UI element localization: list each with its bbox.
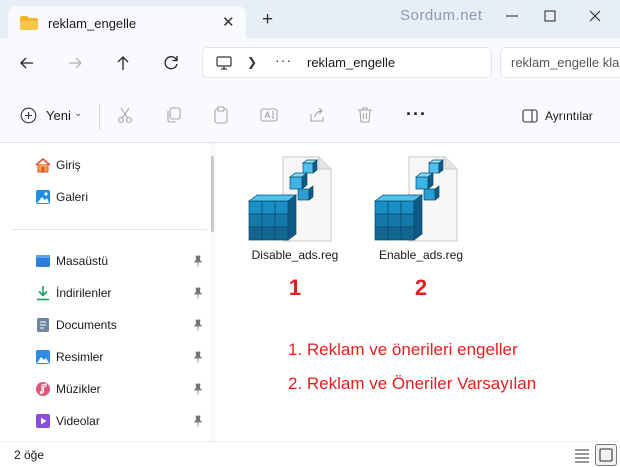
file-name: Disable_ads.reg: [251, 248, 339, 262]
tab-close-icon[interactable]: ✕: [222, 13, 235, 31]
pin-icon[interactable]: [193, 255, 203, 267]
pin-icon[interactable]: [193, 287, 203, 299]
watermark: Sordum.net: [400, 7, 483, 24]
tab-reklam-engelle[interactable]: reklam_engelle ✕: [8, 6, 246, 40]
details-pane-icon: [522, 109, 538, 123]
paste-button[interactable]: [212, 106, 230, 124]
sidebar-item-label: Documents: [56, 318, 117, 332]
sidebar-item-desktop[interactable]: Masaüstü: [0, 247, 210, 275]
maximize-button[interactable]: [540, 6, 560, 26]
sidebar-item-label: Galeri: [56, 190, 89, 204]
desktop-icon: [36, 255, 50, 267]
sidebar-item-label: Resimler: [56, 350, 104, 364]
tiles-view-icon: [599, 448, 613, 462]
videos-icon: [36, 414, 50, 428]
file-name: Enable_ads.reg: [378, 248, 464, 262]
sidebar-item-label: Masaüstü: [56, 254, 109, 268]
computer-icon[interactable]: [216, 56, 232, 70]
registry-file-icon: [371, 155, 461, 243]
back-button[interactable]: [16, 52, 38, 74]
file-item[interactable]: Disable_ads.reg: [240, 155, 350, 267]
forward-button[interactable]: [64, 52, 86, 74]
sidebar-item-music[interactable]: Müzikler: [0, 375, 210, 403]
gallery-icon: [36, 190, 50, 204]
sidebar-item-label: Videolar: [56, 414, 100, 428]
sidebar-item-gallery[interactable]: Galeri: [0, 183, 210, 211]
sidebar-item-label: İndirilenler: [56, 286, 112, 300]
search-input[interactable]: reklam_engelle kla: [500, 47, 620, 78]
minimize-button[interactable]: [502, 6, 522, 26]
status-bar: 2 öğe: [0, 441, 620, 467]
pin-icon[interactable]: [193, 319, 203, 331]
sidebar-item-pictures[interactable]: Resimler: [0, 343, 210, 371]
download-icon: [37, 286, 49, 301]
chevron-down-icon: ⌄: [74, 108, 83, 119]
sidebar-item-videos[interactable]: Videolar: [0, 407, 210, 435]
sidebar-item-home[interactable]: Giriş: [0, 151, 210, 179]
address-row: ❯ ··· reklam_engelle reklam_engelle kla: [0, 38, 620, 88]
share-button[interactable]: [308, 106, 326, 124]
details-view-button[interactable]: [572, 446, 592, 464]
pin-icon[interactable]: [193, 351, 203, 363]
annotation-number: 1: [288, 275, 302, 300]
pin-icon[interactable]: [193, 383, 203, 395]
annotation-note: 1. Reklam ve önerileri engeller: [288, 340, 518, 359]
breadcrumb-chevron-icon[interactable]: ❯: [247, 55, 257, 69]
documents-icon: [37, 318, 49, 332]
folder-icon: [20, 16, 38, 30]
address-bar[interactable]: ❯ ··· reklam_engelle: [202, 47, 492, 78]
delete-button[interactable]: [356, 106, 374, 124]
sidebar-scrollbar-thumb[interactable]: [211, 156, 214, 232]
breadcrumb-current-folder[interactable]: reklam_engelle: [307, 55, 395, 70]
toolbar-divider: [99, 104, 100, 130]
pin-icon[interactable]: [193, 415, 203, 427]
file-list: Disable_ads.reg Enable_ads.reg 1 2 1. Re…: [216, 143, 620, 441]
music-icon: [36, 382, 50, 396]
navigation-pane: Giriş Galeri Masaüstü İndirilenler Docum…: [0, 143, 210, 441]
close-window-button[interactable]: [585, 6, 605, 26]
file-item[interactable]: Enable_ads.reg: [366, 155, 476, 267]
new-button-label: Yeni: [46, 108, 71, 123]
registry-file-icon: [245, 155, 335, 243]
cut-button[interactable]: [116, 106, 134, 124]
more-options-button[interactable]: ···: [406, 104, 427, 125]
details-pane-label: Ayrıntılar: [545, 109, 593, 123]
tab-title: reklam_engelle: [48, 16, 137, 31]
new-button[interactable]: Yeni ⌄: [16, 103, 88, 129]
home-icon: [35, 157, 51, 173]
up-button[interactable]: [112, 52, 134, 74]
sidebar-item-downloads[interactable]: İndirilenler: [0, 279, 210, 307]
new-tab-button[interactable]: +: [262, 10, 273, 29]
annotation-number: 2: [414, 275, 428, 300]
pictures-icon: [36, 350, 50, 364]
breadcrumb-overflow-button[interactable]: ···: [275, 52, 292, 68]
sidebar-item-label: Giriş: [56, 158, 81, 172]
item-count: 2 öğe: [14, 448, 45, 462]
refresh-button[interactable]: [160, 52, 182, 74]
plus-circle-icon: [20, 107, 37, 124]
search-placeholder: reklam_engelle kla: [511, 55, 620, 70]
details-pane-button[interactable]: Ayrıntılar: [520, 103, 600, 129]
rename-button[interactable]: [260, 106, 278, 124]
command-bar: Yeni ⌄ ··· Ayrıntılar: [0, 88, 620, 143]
sidebar-divider: [12, 229, 207, 230]
copy-button[interactable]: [164, 106, 182, 124]
sidebar-item-label: Müzikler: [56, 382, 101, 396]
sidebar-item-documents[interactable]: Documents: [0, 311, 210, 339]
annotation-note: 2. Reklam ve Öneriler Varsayılan: [288, 374, 537, 393]
tiles-view-button[interactable]: [595, 444, 617, 466]
